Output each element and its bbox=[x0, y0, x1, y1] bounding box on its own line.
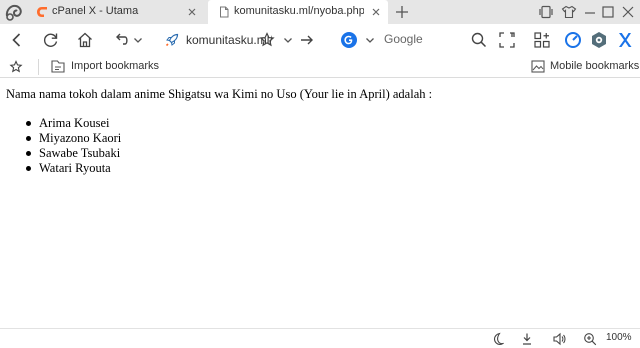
search-input[interactable] bbox=[382, 28, 468, 50]
cpanel-favicon-icon bbox=[37, 7, 47, 17]
rocket-icon[interactable] bbox=[164, 32, 180, 48]
tab-close-icon[interactable] bbox=[370, 6, 382, 18]
tab-cpanel[interactable]: cPanel X - Utama bbox=[26, 0, 206, 24]
divider bbox=[38, 59, 39, 75]
status-bar: 100% bbox=[0, 328, 640, 348]
back-icon[interactable] bbox=[8, 31, 26, 49]
mobile-bookmarks-icon bbox=[531, 60, 545, 73]
speed-dial-icon[interactable] bbox=[564, 31, 582, 49]
screenshot-icon[interactable] bbox=[498, 31, 516, 49]
list-item: Watari Ryouta bbox=[25, 161, 121, 176]
page-favicon-icon bbox=[220, 6, 229, 18]
skin-icon[interactable] bbox=[561, 4, 577, 20]
tab-title: komunitasku.ml/nyoba.php bbox=[234, 5, 364, 17]
go-arrow-icon[interactable] bbox=[298, 31, 316, 49]
uc-browser-logo-icon[interactable] bbox=[4, 2, 26, 22]
night-mode-icon[interactable] bbox=[490, 332, 504, 346]
import-bookmarks-icon bbox=[51, 60, 65, 73]
search-icon[interactable] bbox=[470, 31, 488, 49]
navigation-toolbar: komunitasku.ml/nyoba.php bbox=[0, 24, 640, 56]
maximize-icon[interactable] bbox=[600, 4, 616, 20]
x-icon[interactable] bbox=[616, 31, 634, 49]
list-item: Sawabe Tsubaki bbox=[25, 146, 121, 160]
volume-icon[interactable] bbox=[552, 332, 566, 346]
minimize-icon[interactable] bbox=[582, 4, 598, 20]
character-list: Arima Kousei Miyazono Kaori Sawabe Tsuba… bbox=[25, 116, 122, 176]
search-engine-icon[interactable] bbox=[340, 31, 358, 49]
star-icon[interactable] bbox=[258, 31, 276, 49]
undo-icon[interactable] bbox=[112, 31, 130, 49]
home-icon[interactable] bbox=[76, 31, 94, 49]
reload-icon[interactable] bbox=[42, 31, 60, 49]
import-bookmarks-label: Import bookmarks bbox=[71, 60, 160, 72]
download-icon[interactable] bbox=[520, 332, 534, 346]
intro-text: Nama nama tokoh dalam anime Shigatsu wa … bbox=[6, 87, 433, 101]
vpn-icon[interactable] bbox=[590, 31, 608, 49]
tablet-mode-icon[interactable] bbox=[538, 4, 554, 20]
extensions-icon[interactable] bbox=[533, 31, 551, 49]
tab-title: cPanel X - Utama bbox=[52, 5, 139, 17]
star-icon[interactable] bbox=[9, 60, 23, 74]
list-item: Miyazono Kaori bbox=[25, 131, 122, 145]
page-content: Nama nama tokoh dalam anime Shigatsu wa … bbox=[0, 78, 640, 328]
zoom-level[interactable]: 100% bbox=[606, 332, 632, 343]
tab-komunitasku[interactable]: komunitasku.ml/nyoba.php bbox=[208, 0, 388, 24]
chevron-down-icon[interactable] bbox=[364, 34, 376, 46]
chevron-down-icon[interactable] bbox=[132, 34, 144, 46]
new-tab-icon[interactable] bbox=[394, 4, 410, 20]
tab-close-icon[interactable] bbox=[186, 6, 198, 18]
list-item: Arima Kousei bbox=[25, 116, 121, 131]
tab-strip: cPanel X - Utama komunitasku.ml/nyoba.ph… bbox=[0, 0, 640, 24]
zoom-icon[interactable] bbox=[583, 332, 597, 346]
bookmarks-bar: Import bookmarks Mobile bookmarks bbox=[0, 56, 640, 78]
window-close-icon[interactable] bbox=[620, 4, 636, 20]
mobile-bookmarks-label: Mobile bookmarks bbox=[550, 60, 640, 72]
chevron-down-icon[interactable] bbox=[282, 34, 294, 46]
